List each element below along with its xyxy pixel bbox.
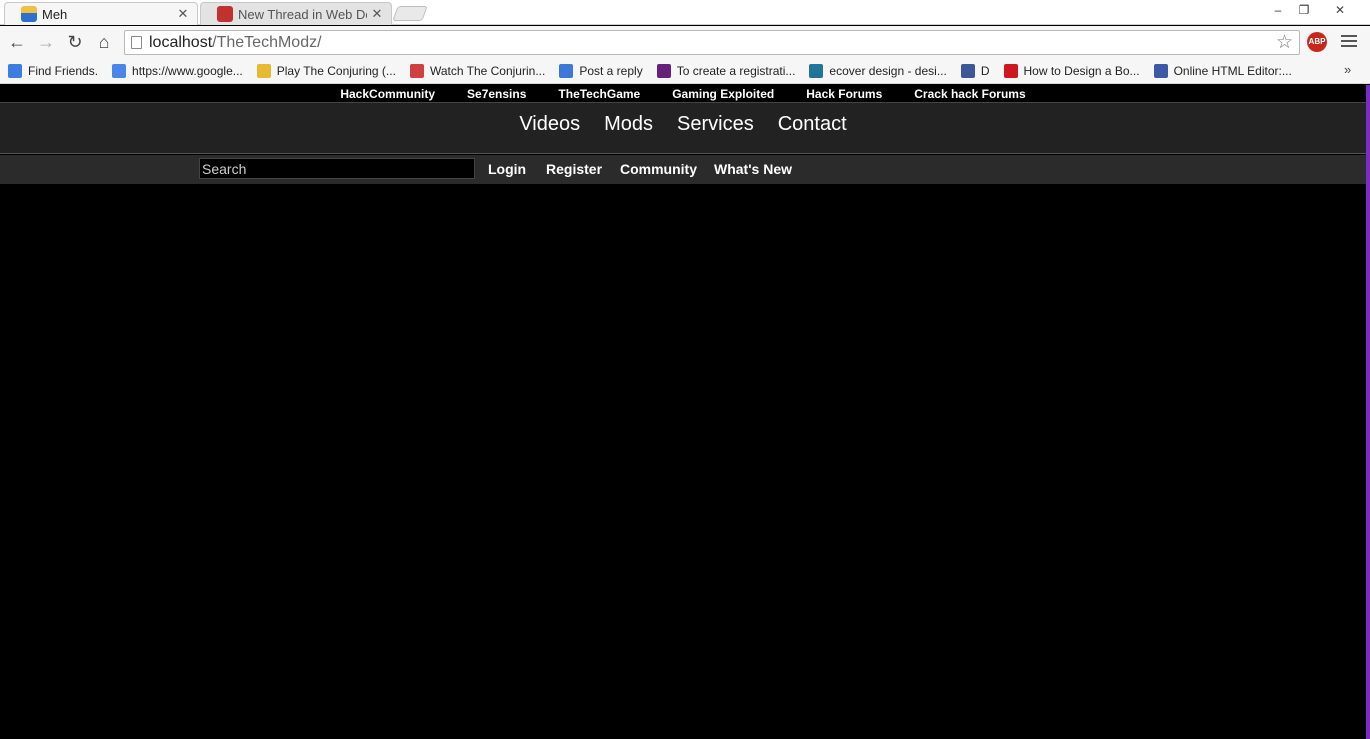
- globe-icon: [409, 64, 424, 78]
- bookmark-item[interactable]: Post a reply: [559, 64, 643, 78]
- minimize-button[interactable]: –: [1266, 0, 1290, 20]
- community-link[interactable]: Community: [620, 161, 697, 177]
- bookmark-label: How to Design a Bo...: [1023, 64, 1140, 78]
- bookmark-label: Watch The Conjurin...: [429, 64, 546, 78]
- main-nav-link[interactable]: Services: [677, 113, 754, 136]
- bolt-icon: [256, 64, 271, 78]
- address-bar[interactable]: localhost/TheTechModz/ ☆: [124, 30, 1300, 55]
- forward-button[interactable]: →: [35, 31, 57, 53]
- youtube-icon: [1003, 64, 1018, 78]
- bookmark-item[interactable]: To create a registrati...: [656, 64, 796, 78]
- search-input[interactable]: [199, 158, 475, 179]
- partner-link[interactable]: Gaming Exploited: [672, 87, 774, 101]
- browser-toolbar: ← → ↻ ⌂ localhost/TheTechModz/ ☆: [0, 26, 1370, 59]
- tab-label: New Thread in Web Devel: [238, 6, 367, 22]
- bookmarks-overflow-button[interactable]: »: [1344, 62, 1351, 77]
- page-content: HackCommunity Se7ensins TheTechGame Gaming …: [0, 85, 1366, 739]
- main-nav-link[interactable]: Contact: [778, 113, 847, 136]
- url-host: localhost: [149, 34, 213, 51]
- close-window-button[interactable]: ✕: [1318, 0, 1362, 20]
- bookmark-label: Post a reply: [579, 64, 643, 78]
- tab-strip: Meh ✕ New Thread in Web Devel ✕ – ❐ ✕: [0, 0, 1370, 25]
- back-button[interactable]: ←: [6, 31, 28, 53]
- chrome-menu-icon[interactable]: [1341, 35, 1357, 49]
- adblock-icon[interactable]: ABP: [1307, 32, 1327, 52]
- bookmark-item[interactable]: ecover design - desi...: [809, 64, 947, 78]
- maximize-button[interactable]: ❐: [1292, 0, 1316, 20]
- bookmark-item[interactable]: How to Design a Bo...: [1003, 64, 1140, 78]
- bookmark-label: ecover design - desi...: [829, 64, 947, 78]
- jw-icon: [1153, 64, 1168, 78]
- main-nav-link[interactable]: Videos: [519, 113, 580, 136]
- bookmark-label: Play The Conjuring (...: [276, 64, 396, 78]
- bookmark-label: D: [980, 64, 990, 78]
- bookmark-label: Online HTML Editor:...: [1173, 64, 1292, 78]
- register-link[interactable]: Register: [546, 161, 602, 177]
- partner-link[interactable]: Se7ensins: [467, 87, 526, 101]
- wp-icon: [809, 64, 824, 78]
- new-tab-button[interactable]: [392, 6, 428, 21]
- user-favicon-icon: [21, 6, 37, 22]
- bookmark-item[interactable]: Find Friends.: [8, 64, 98, 78]
- bookmark-star-icon[interactable]: ☆: [1276, 31, 1293, 54]
- chrome-icon: [559, 64, 574, 78]
- close-tab-icon[interactable]: ✕: [371, 6, 383, 22]
- bookmark-item[interactable]: https://www.google...: [112, 64, 243, 78]
- main-nav: Videos Mods Services Contact: [0, 103, 1366, 154]
- partner-links-bar: HackCommunity Se7ensins TheTechGame Gaming …: [0, 85, 1366, 103]
- sub-nav: Login Register Community What's New: [0, 155, 1366, 184]
- close-tab-icon[interactable]: ✕: [177, 6, 189, 22]
- reload-button[interactable]: ↻: [64, 31, 86, 53]
- bookmark-label: Find Friends.: [28, 64, 99, 78]
- scrollbar[interactable]: [1366, 85, 1370, 739]
- page-icon: [131, 36, 142, 49]
- google-icon: [112, 64, 127, 78]
- bookmark-label: To create a registrati...: [676, 64, 796, 78]
- url-path: /TheTechModz/: [212, 34, 322, 51]
- bookmarks-bar: Find Friends. https://www.google... Play T…: [0, 59, 1370, 84]
- forum-favicon-icon: [217, 6, 233, 22]
- partner-link[interactable]: HackCommunity: [340, 87, 435, 101]
- bookmark-label: https://www.google...: [132, 64, 243, 78]
- whats-new-link[interactable]: What's New: [714, 161, 792, 177]
- tab-new-thread[interactable]: New Thread in Web Devel ✕: [200, 2, 392, 25]
- main-nav-link[interactable]: Mods: [604, 113, 653, 136]
- bookmark-item[interactable]: Online HTML Editor:...: [1153, 64, 1292, 78]
- tab-meh[interactable]: Meh ✕: [4, 2, 198, 25]
- bookmark-item[interactable]: Watch The Conjurin...: [409, 64, 546, 78]
- partner-link[interactable]: TheTechGame: [558, 87, 640, 101]
- partner-link[interactable]: Hack Forums: [806, 87, 882, 101]
- login-link[interactable]: Login: [488, 161, 526, 177]
- vs-icon: [656, 64, 671, 78]
- tab-label: Meh: [42, 6, 68, 22]
- facebook-icon: [960, 64, 975, 78]
- partner-link[interactable]: Crack hack Forums: [914, 87, 1025, 101]
- friends-icon: [8, 64, 22, 78]
- home-button[interactable]: ⌂: [93, 31, 115, 53]
- bookmark-item[interactable]: Play The Conjuring (...: [256, 64, 396, 78]
- bookmark-item[interactable]: D: [960, 64, 990, 78]
